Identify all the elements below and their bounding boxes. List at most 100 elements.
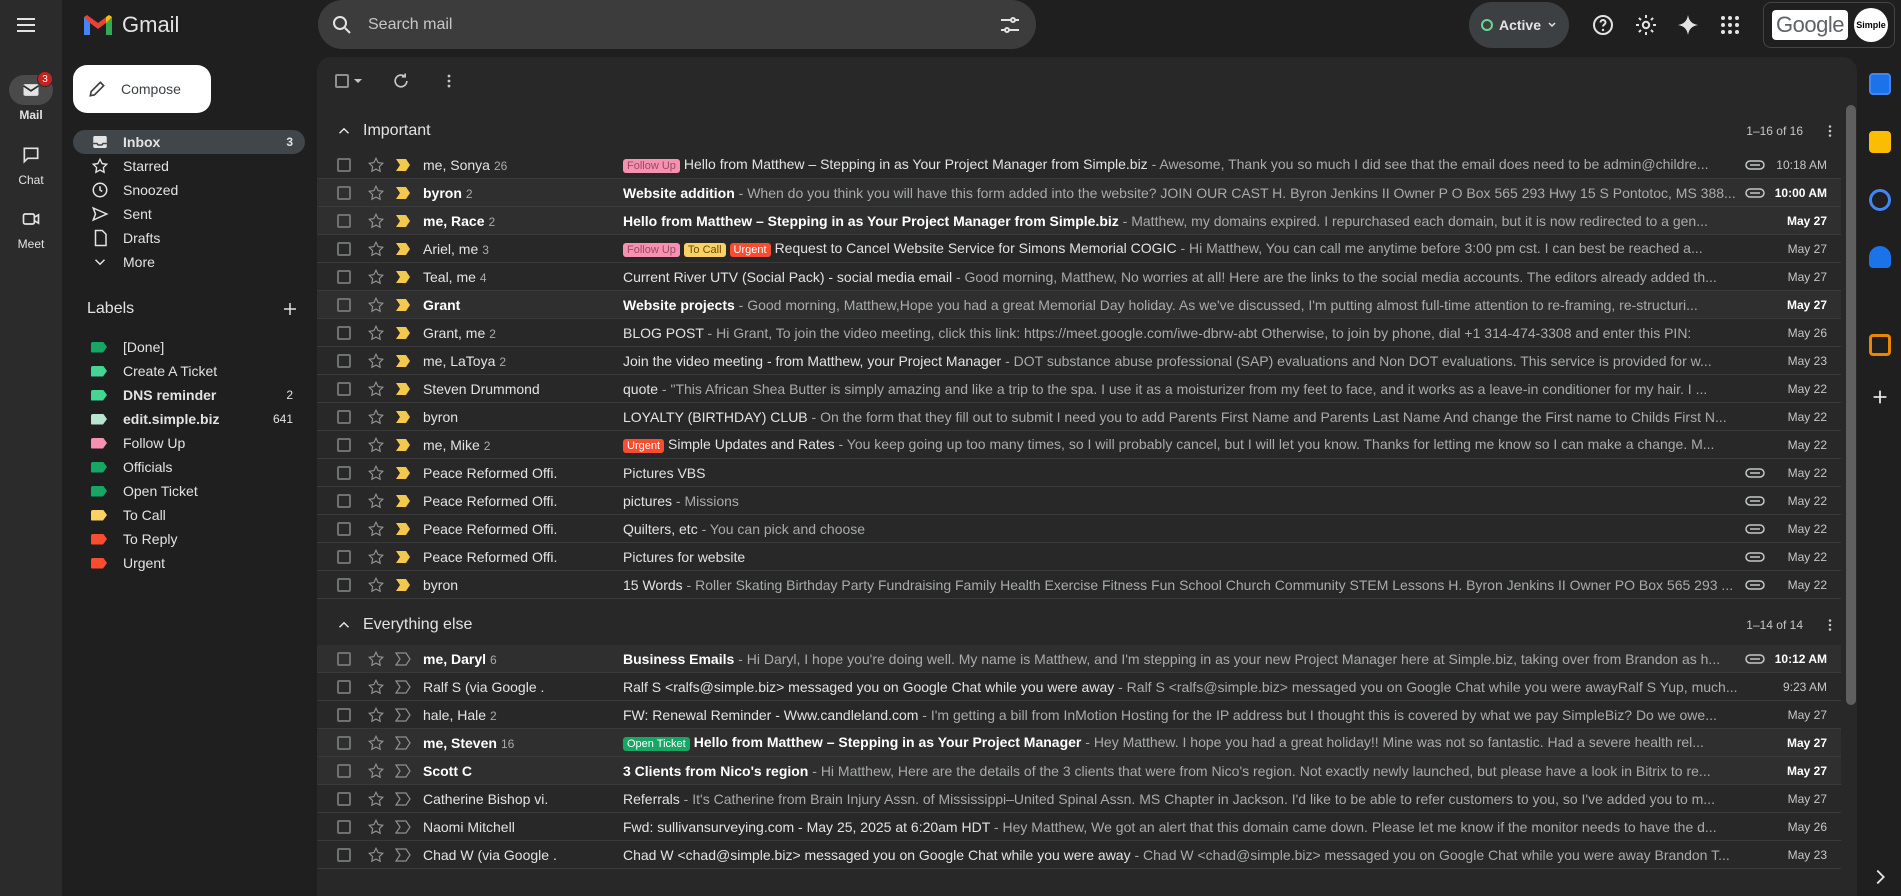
importance-marker-icon[interactable] [395, 550, 411, 564]
email-row[interactable]: me, Steven 16 Open Ticket Hello from Matth… [317, 729, 1841, 757]
importance-marker-icon[interactable] [395, 735, 411, 750]
sidebar-label-item[interactable]: Urgent [73, 551, 305, 575]
star-icon[interactable] [367, 650, 385, 668]
addon-icon[interactable] [1869, 334, 1891, 356]
importance-marker-icon[interactable] [395, 158, 411, 172]
row-checkbox[interactable] [337, 353, 351, 368]
email-row[interactable]: Chad W (via Google . Chad W <chad@simple… [317, 841, 1841, 869]
row-checkbox[interactable] [337, 241, 351, 256]
importance-marker-icon[interactable] [395, 819, 411, 834]
rail-meet[interactable]: Meet [0, 204, 62, 251]
importance-marker-icon[interactable] [395, 847, 411, 862]
row-checkbox[interactable] [337, 577, 351, 592]
rail-chat[interactable]: Chat [0, 140, 62, 187]
plus-icon[interactable] [281, 300, 299, 318]
row-checkbox[interactable] [337, 465, 351, 480]
row-checkbox[interactable] [337, 847, 351, 862]
rail-mail[interactable]: 3 Mail [0, 71, 62, 122]
main-menu-icon[interactable] [14, 13, 38, 37]
importance-marker-icon[interactable] [395, 791, 411, 806]
sidebar-label-item[interactable]: Create A Ticket [73, 359, 305, 383]
sidebar-label-item[interactable]: Open Ticket [73, 479, 305, 503]
importance-marker-icon[interactable] [395, 382, 411, 396]
row-checkbox[interactable] [337, 707, 351, 722]
star-icon[interactable] [367, 156, 385, 174]
star-icon[interactable] [367, 240, 385, 258]
refresh-icon[interactable] [391, 71, 411, 91]
contacts-icon[interactable] [1869, 246, 1891, 268]
star-icon[interactable] [367, 790, 385, 808]
account-switcher[interactable]: Google Simple [1763, 2, 1895, 48]
star-icon[interactable] [367, 762, 385, 780]
search-icon[interactable] [330, 13, 354, 37]
row-checkbox[interactable] [337, 521, 351, 536]
importance-marker-icon[interactable] [395, 522, 411, 536]
importance-marker-icon[interactable] [395, 494, 411, 508]
more-vert-icon[interactable] [1821, 616, 1839, 634]
importance-marker-icon[interactable] [395, 186, 411, 200]
email-row[interactable]: Steven Drummond quote - "This African Sh… [317, 375, 1841, 403]
star-icon[interactable] [367, 576, 385, 594]
tasks-icon[interactable] [1869, 189, 1891, 211]
email-row[interactable]: byron LOYALTY (BIRTHDAY) CLUB - On the f… [317, 403, 1841, 431]
sidebar-item-snoozed[interactable]: Snoozed [73, 178, 305, 202]
gmail-logo[interactable]: Gmail [82, 12, 179, 38]
gemini-sparkle-icon[interactable] [1676, 13, 1700, 37]
star-icon[interactable] [367, 436, 385, 454]
row-checkbox[interactable] [337, 297, 351, 312]
row-checkbox[interactable] [337, 381, 351, 396]
star-icon[interactable] [367, 548, 385, 566]
collapse-chevron-icon[interactable] [335, 122, 353, 140]
email-row[interactable]: Peace Reformed Offi. pictures - Missions… [317, 487, 1841, 515]
star-icon[interactable] [367, 520, 385, 538]
importance-marker-icon[interactable] [395, 354, 411, 368]
importance-marker-icon[interactable] [395, 578, 411, 592]
importance-marker-icon[interactable] [395, 679, 411, 694]
email-row[interactable]: byron 2 Website addition - When do you th… [317, 179, 1841, 207]
email-row[interactable]: Naomi Mitchell Fwd: sullivansurveying.co… [317, 813, 1841, 841]
star-icon[interactable] [367, 352, 385, 370]
email-row[interactable]: Ralf S (via Google . Ralf S <ralfs@simpl… [317, 673, 1841, 701]
help-icon[interactable] [1591, 13, 1615, 37]
importance-marker-icon[interactable] [395, 651, 411, 666]
importance-marker-icon[interactable] [395, 466, 411, 480]
sidebar-label-item[interactable]: Officials [73, 455, 305, 479]
importance-marker-icon[interactable] [395, 763, 411, 778]
email-row[interactable]: Catherine Bishop vi. Referrals - It's Ca… [317, 785, 1841, 813]
sidebar-item-inbox[interactable]: Inbox 3 [73, 130, 305, 154]
star-icon[interactable] [367, 492, 385, 510]
star-icon[interactable] [367, 678, 385, 696]
row-checkbox[interactable] [337, 409, 351, 424]
row-checkbox[interactable] [337, 325, 351, 340]
star-icon[interactable] [367, 184, 385, 202]
email-row[interactable]: byron 15 Words - Roller Skating Birthday… [317, 571, 1841, 599]
star-icon[interactable] [367, 818, 385, 836]
email-row[interactable]: me, LaToya 2 Join the video meeting - fro… [317, 347, 1841, 375]
row-checkbox[interactable] [337, 437, 351, 452]
plus-icon[interactable] [1869, 386, 1891, 408]
email-row[interactable]: Peace Reformed Offi. Pictures VBS May 22 [317, 459, 1841, 487]
sidebar-label-item[interactable]: edit.simple.biz 641 [73, 407, 305, 431]
more-vert-icon[interactable] [439, 71, 459, 91]
sidebar-label-item[interactable]: DNS reminder 2 [73, 383, 305, 407]
keep-icon[interactable] [1869, 131, 1891, 153]
sidebar-label-item[interactable]: To Call [73, 503, 305, 527]
row-checkbox[interactable] [337, 791, 351, 806]
sidebar-item-starred[interactable]: Starred [73, 154, 305, 178]
importance-marker-icon[interactable] [395, 410, 411, 424]
star-icon[interactable] [367, 268, 385, 286]
search-options-icon[interactable] [998, 13, 1022, 37]
more-vert-icon[interactable] [1821, 122, 1839, 140]
calendar-icon[interactable] [1869, 73, 1891, 95]
star-icon[interactable] [367, 734, 385, 752]
sidebar-label-item[interactable]: Follow Up [73, 431, 305, 455]
sidebar-item-more[interactable]: More [73, 250, 305, 274]
importance-marker-icon[interactable] [395, 270, 411, 284]
email-row[interactable]: me, Mike 2 Urgent Simple Updates and Rates… [317, 431, 1841, 459]
settings-gear-icon[interactable] [1634, 13, 1658, 37]
email-row[interactable]: Grant Website projects - Good morning, M… [317, 291, 1841, 319]
compose-button[interactable]: Compose [73, 65, 211, 113]
chevron-right-icon[interactable] [1869, 866, 1891, 888]
importance-marker-icon[interactable] [395, 438, 411, 452]
row-checkbox[interactable] [337, 651, 351, 666]
